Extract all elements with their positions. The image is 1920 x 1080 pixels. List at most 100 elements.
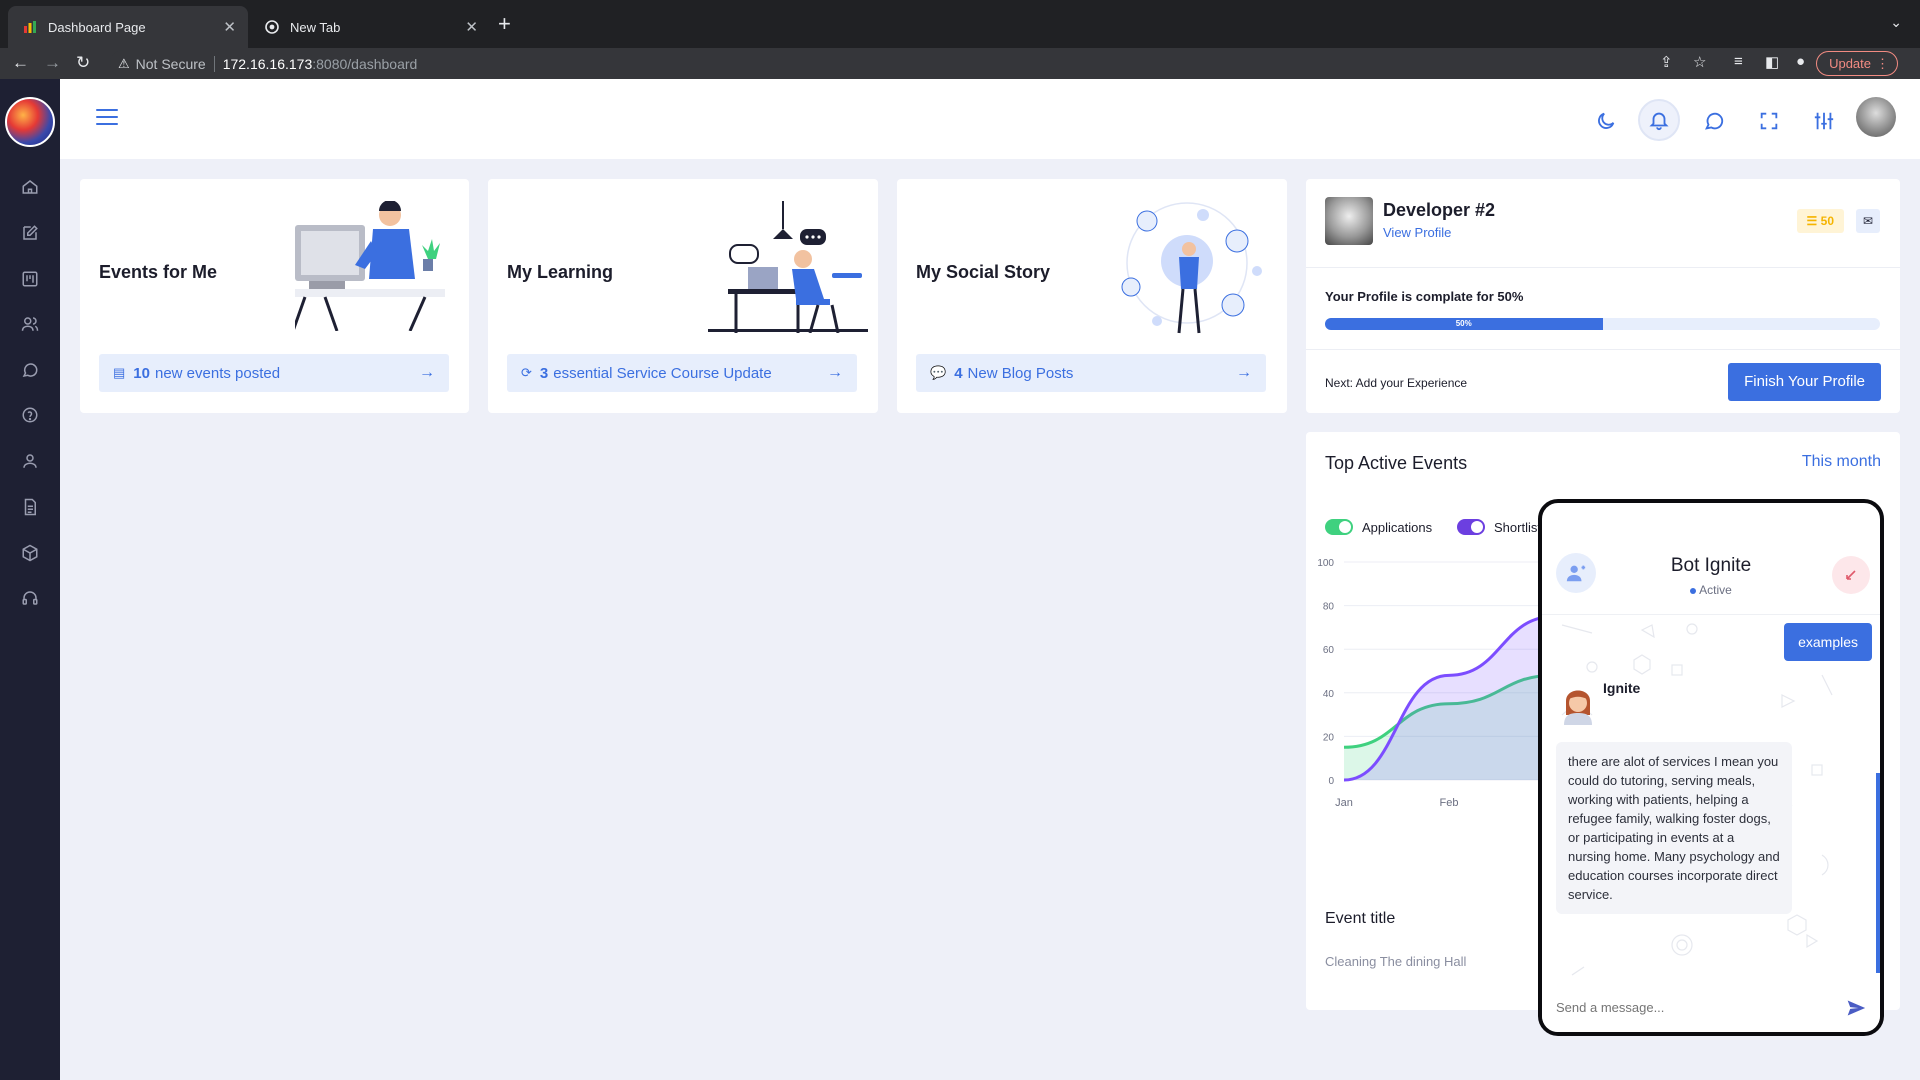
- tab-title: Dashboard Page: [48, 19, 146, 35]
- sidebar: [0, 79, 60, 1080]
- chat-widget: Bot Ignite Active examples Ignite there …: [1538, 499, 1884, 1036]
- learning-link-bar[interactable]: ⟳ 3 essential Service Course Update →: [507, 354, 857, 392]
- chat-header: Bot Ignite Active: [1542, 503, 1880, 615]
- url-path: :8080/dashboard: [312, 55, 418, 72]
- card-title: Events for Me: [99, 262, 218, 282]
- x-tick-label: Feb: [1440, 797, 1459, 809]
- user-icon[interactable]: [18, 449, 42, 473]
- status-dot-icon: [1690, 587, 1697, 594]
- menu-toggle-icon[interactable]: [96, 109, 118, 127]
- events-for-me-card: Events for Me ▤ 10 new events posted →: [80, 179, 469, 413]
- x-tick-label: Jan: [1335, 797, 1353, 809]
- profile-icon[interactable]: ●: [1796, 53, 1805, 70]
- document-icon[interactable]: [18, 495, 42, 519]
- view-profile-link[interactable]: View Profile: [1383, 225, 1451, 240]
- headphones-icon[interactable]: [18, 586, 42, 610]
- learning-illustration: [708, 201, 868, 333]
- forward-icon[interactable]: →: [44, 52, 61, 74]
- period-dropdown[interactable]: This month: [1802, 453, 1881, 471]
- settings-sliders-icon[interactable]: [1806, 103, 1842, 139]
- share-icon[interactable]: ⇪: [1660, 53, 1673, 71]
- arrow-right-icon: →: [419, 364, 435, 381]
- menu-dots-icon: ⋮: [1876, 56, 1889, 71]
- tab-search-icon[interactable]: ⌄: [1890, 14, 1902, 31]
- mail-icon[interactable]: ✉: [1856, 209, 1880, 233]
- chat-status-text: Active: [1699, 583, 1732, 597]
- profile-avatar[interactable]: [1325, 197, 1373, 245]
- address-bar[interactable]: ⚠ Not Secure 172.16.16.173 :8080/dashboa…: [110, 50, 1710, 77]
- arrow-right-icon: →: [827, 364, 843, 381]
- social-link-bar[interactable]: 💬 4 New Blog Posts →: [916, 354, 1266, 392]
- events-text: new events posted: [154, 364, 281, 382]
- minimize-chat-icon[interactable]: [1832, 556, 1870, 594]
- send-icon[interactable]: [1846, 998, 1866, 1023]
- toggle-label: Applications: [1362, 519, 1433, 535]
- tab-close-icon[interactable]: ✕: [465, 18, 478, 36]
- dashboard-favicon-icon: [22, 19, 38, 35]
- edit-icon[interactable]: [18, 221, 42, 245]
- toggle-switch[interactable]: [1457, 519, 1485, 535]
- url-host: 172.16.16.173: [222, 55, 313, 72]
- back-icon[interactable]: ←: [12, 52, 29, 74]
- my-social-story-card: My Social Story 💬 4 New Blog Posts →: [897, 179, 1287, 413]
- learning-count: 3: [539, 364, 549, 382]
- messages-icon[interactable]: [1696, 103, 1732, 139]
- cube-icon[interactable]: [18, 541, 42, 565]
- top-bar: [60, 79, 1920, 159]
- tab-close-icon[interactable]: ✕: [223, 18, 236, 36]
- finish-profile-button[interactable]: Finish Your Profile: [1728, 363, 1881, 401]
- applications-toggle[interactable]: Applications: [1325, 519, 1432, 535]
- tab-dashboard[interactable]: Dashboard Page ✕: [8, 6, 248, 48]
- chat-icon[interactable]: [18, 358, 42, 382]
- browser-toolbar: ← → ↻ ⚠ Not Secure 172.16.16.173 :8080/d…: [0, 48, 1920, 79]
- side-panel-icon[interactable]: ◧: [1765, 53, 1779, 71]
- help-icon[interactable]: [18, 403, 42, 427]
- coins-value: 50: [1820, 214, 1834, 228]
- events-title: Top Active Events: [1325, 453, 1468, 473]
- coins-icon: ☰: [1806, 214, 1818, 228]
- home-icon[interactable]: [18, 175, 42, 199]
- my-learning-card: My Learning ⟳ 3 essential Service Course…: [488, 179, 878, 413]
- chat-status: Active: [1542, 583, 1880, 597]
- users-icon[interactable]: [18, 312, 42, 336]
- card-title: My Learning: [507, 262, 614, 282]
- social-network-illustration: [1121, 202, 1262, 334]
- update-button[interactable]: Update ⋮: [1816, 51, 1898, 76]
- bot-name: Ignite: [1603, 680, 1641, 696]
- bookmark-star-icon[interactable]: ☆: [1693, 53, 1706, 71]
- y-tick-label: 80: [1323, 602, 1335, 613]
- chat-scrollbar[interactable]: [1876, 773, 1880, 973]
- profile-card: Developer #2 View Profile ☰ 50 ✉ Your Pr…: [1306, 179, 1900, 413]
- chrome-icon: [264, 19, 280, 35]
- new-tab-button[interactable]: +: [498, 12, 511, 36]
- app-logo[interactable]: [5, 97, 55, 147]
- reload-icon[interactable]: ↻: [76, 52, 90, 74]
- events-count: 10: [133, 364, 150, 382]
- y-tick-label: 60: [1323, 645, 1335, 656]
- reading-list-icon[interactable]: ≡: [1734, 53, 1743, 70]
- refresh-icon: ⟳: [521, 365, 532, 380]
- fullscreen-icon[interactable]: [1751, 103, 1787, 139]
- tab-title: New Tab: [290, 19, 341, 35]
- learning-text: essential Service Course Update: [553, 364, 772, 382]
- chat-message-input[interactable]: [1556, 1000, 1816, 1015]
- tab-new-tab[interactable]: New Tab ✕: [250, 6, 490, 48]
- y-tick-label: 20: [1323, 732, 1335, 743]
- examples-button[interactable]: examples: [1784, 623, 1872, 661]
- profile-name: Developer #2: [1383, 200, 1496, 220]
- bot-message: there are alot of services I mean you co…: [1556, 742, 1792, 914]
- notification-bell-icon[interactable]: [1638, 99, 1680, 141]
- dark-mode-icon[interactable]: [1588, 103, 1624, 139]
- events-link-bar[interactable]: ▤ 10 new events posted →: [99, 354, 449, 392]
- not-secure-label: Not Secure: [135, 55, 206, 72]
- user-avatar[interactable]: [1856, 97, 1896, 137]
- toggle-switch[interactable]: [1325, 519, 1353, 535]
- update-label: Update: [1829, 56, 1871, 71]
- browser-tab-bar: Dashboard Page ✕ New Tab ✕ + ⌄: [0, 0, 1920, 48]
- social-text: New Blog Posts: [967, 364, 1074, 382]
- chat-footer: [1542, 986, 1880, 1032]
- board-icon[interactable]: [18, 267, 42, 291]
- next-step-text: Next: Add your Experience: [1325, 376, 1468, 390]
- comment-icon: 💬: [930, 365, 947, 380]
- profile-complete-text: Your Profile is complate for 50%: [1325, 289, 1524, 304]
